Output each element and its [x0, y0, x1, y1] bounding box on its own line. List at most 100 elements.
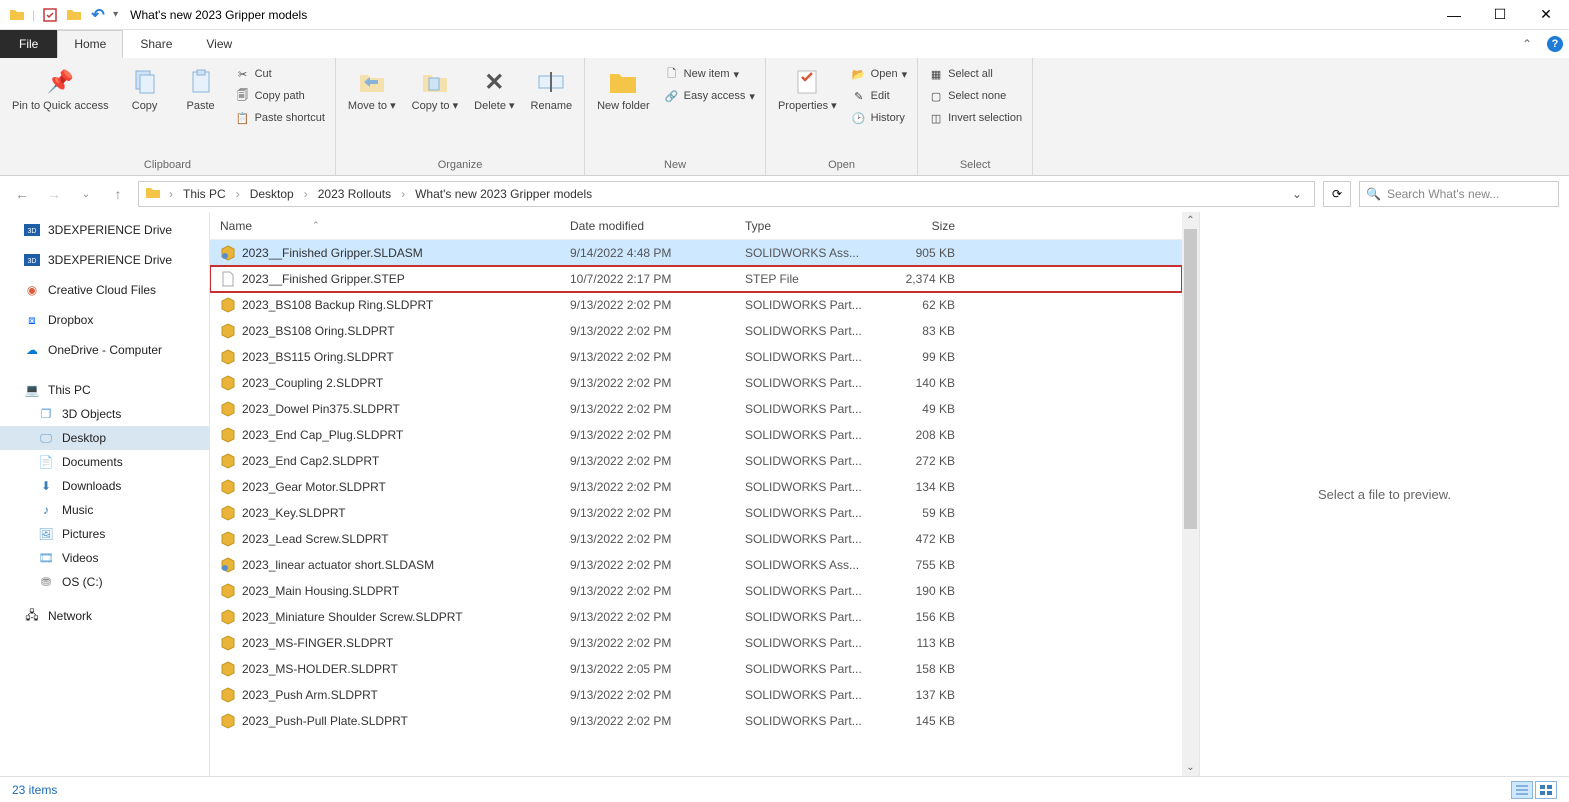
navitem[interactable]: ⧈Dropbox	[0, 308, 209, 332]
navitem-desktop[interactable]: 🖵Desktop	[0, 426, 209, 450]
cut-button[interactable]: ✂Cut	[231, 64, 329, 84]
minimize-button[interactable]: —	[1431, 0, 1477, 30]
history-button[interactable]: 🕑History	[847, 108, 911, 128]
file-row[interactable]: 2023_End Cap2.SLDPRT 9/13/2022 2:02 PM S…	[210, 448, 1182, 474]
file-row[interactable]: 2023_MS-FINGER.SLDPRT 9/13/2022 2:02 PM …	[210, 630, 1182, 656]
navitem-documents[interactable]: 📄Documents	[0, 450, 209, 474]
file-row[interactable]: 2023_Push Arm.SLDPRT 9/13/2022 2:02 PM S…	[210, 682, 1182, 708]
file-row[interactable]: 2023_BS115 Oring.SLDPRT 9/13/2022 2:02 P…	[210, 344, 1182, 370]
scroll-down-button[interactable]: ⌄	[1182, 759, 1199, 776]
chevron-right-icon[interactable]: ›	[397, 187, 409, 201]
select-all-button[interactable]: ▦Select all	[924, 64, 1026, 84]
navigation-pane[interactable]: 3D3DEXPERIENCE Drive 3D3DEXPERIENCE Drive…	[0, 212, 210, 776]
file-row[interactable]: 2023_Push-Pull Plate.SLDPRT 9/13/2022 2:…	[210, 708, 1182, 734]
navitem-os-c-[interactable]: ⛃OS (C:)	[0, 570, 209, 594]
copy-path-button[interactable]: 🗐Copy path	[231, 86, 329, 106]
edit-button[interactable]: ✎Edit	[847, 86, 911, 106]
properties-icon[interactable]	[41, 6, 59, 24]
breadcrumb-item[interactable]: What's new 2023 Gripper models	[413, 187, 594, 201]
rename-button[interactable]: Rename	[525, 62, 579, 117]
file-row[interactable]: 2023_End Cap_Plug.SLDPRT 9/13/2022 2:02 …	[210, 422, 1182, 448]
navitem-3d-objects[interactable]: ❐3D Objects	[0, 402, 209, 426]
maximize-button[interactable]: ☐	[1477, 0, 1523, 30]
file-row[interactable]: 2023_linear actuator short.SLDASM 9/13/2…	[210, 552, 1182, 578]
column-name[interactable]: Name⌃	[210, 219, 560, 233]
address-dropdown-icon[interactable]: ⌄	[1286, 187, 1308, 201]
file-row[interactable]: 2023__Finished Gripper.SLDASM 9/14/2022 …	[210, 240, 1182, 266]
move-to-button[interactable]: Move to ▾	[342, 62, 402, 117]
pin-to-quick-access-button[interactable]: 📌 Pin to Quick access	[6, 62, 115, 117]
recent-locations-button[interactable]: ⌄	[74, 182, 98, 206]
column-date[interactable]: Date modified	[560, 219, 735, 233]
invert-selection-button[interactable]: ◫Invert selection	[924, 108, 1026, 128]
properties-button[interactable]: Properties ▾	[772, 62, 843, 117]
ribbon-collapse-icon[interactable]: ⌃	[1513, 30, 1541, 58]
navitem-this-pc[interactable]: 💻This PC	[0, 378, 209, 402]
cc-icon: ◉	[24, 282, 40, 298]
undo-icon[interactable]: ↶	[89, 6, 107, 24]
paste-shortcut-button[interactable]: 📋Paste shortcut	[231, 108, 329, 128]
refresh-button[interactable]: ⟳	[1323, 181, 1351, 207]
copy-button[interactable]: Copy	[119, 62, 171, 117]
up-button[interactable]: ↑	[106, 182, 130, 206]
file-row[interactable]: 2023_MS-HOLDER.SLDPRT 9/13/2022 2:05 PM …	[210, 656, 1182, 682]
chevron-right-icon[interactable]: ›	[300, 187, 312, 201]
tab-share[interactable]: Share	[123, 30, 189, 58]
part-icon	[220, 713, 236, 729]
new-item-button[interactable]: 🗋New item ▾	[660, 64, 759, 84]
navitem[interactable]: 3D3DEXPERIENCE Drive	[0, 218, 209, 242]
file-row[interactable]: 2023_Lead Screw.SLDPRT 9/13/2022 2:02 PM…	[210, 526, 1182, 552]
paste-button[interactable]: Paste	[175, 62, 227, 117]
file-name: 2023_BS115 Oring.SLDPRT	[242, 350, 394, 364]
copy-to-button[interactable]: Copy to ▾	[406, 62, 465, 117]
forward-button[interactable]: →	[42, 182, 66, 206]
column-type[interactable]: Type	[735, 219, 885, 233]
file-row[interactable]: 2023_Dowel Pin375.SLDPRT 9/13/2022 2:02 …	[210, 396, 1182, 422]
breadcrumb-item[interactable]: 2023 Rollouts	[316, 187, 393, 201]
back-button[interactable]: ←	[10, 182, 34, 206]
file-row[interactable]: 2023_Gear Motor.SLDPRT 9/13/2022 2:02 PM…	[210, 474, 1182, 500]
file-row[interactable]: 2023_BS108 Oring.SLDPRT 9/13/2022 2:02 P…	[210, 318, 1182, 344]
navitem-videos[interactable]: 🎞Videos	[0, 546, 209, 570]
navitem[interactable]: ◉Creative Cloud Files	[0, 278, 209, 302]
copy-to-icon	[419, 66, 451, 98]
file-row[interactable]: 2023_Key.SLDPRT 9/13/2022 2:02 PM SOLIDW…	[210, 500, 1182, 526]
search-input[interactable]: 🔍 Search What's new...	[1359, 181, 1559, 207]
column-size[interactable]: Size	[885, 219, 975, 233]
file-row[interactable]: 2023_Coupling 2.SLDPRT 9/13/2022 2:02 PM…	[210, 370, 1182, 396]
qat-dropdown-icon[interactable]: ▾	[113, 9, 118, 20]
file-row[interactable]: 2023_Main Housing.SLDPRT 9/13/2022 2:02 …	[210, 578, 1182, 604]
chevron-right-icon[interactable]: ›	[232, 187, 244, 201]
tab-file[interactable]: File	[0, 30, 57, 58]
navitem-network[interactable]: 🖧Network	[0, 604, 209, 628]
tab-view[interactable]: View	[189, 30, 249, 58]
file-type: SOLIDWORKS Part...	[735, 714, 885, 728]
scrollbar[interactable]: ⌃ ⌄	[1182, 212, 1199, 776]
file-list[interactable]: Name⌃ Date modified Type Size 2023__Fini…	[210, 212, 1182, 776]
navitem-downloads[interactable]: ⬇Downloads	[0, 474, 209, 498]
file-row[interactable]: 2023__Finished Gripper.STEP 10/7/2022 2:…	[210, 266, 1182, 292]
new-folder-button[interactable]: New folder	[591, 62, 656, 117]
navitem-music[interactable]: ♪Music	[0, 498, 209, 522]
address-bar[interactable]: › This PC › Desktop › 2023 Rollouts › Wh…	[138, 181, 1315, 207]
file-row[interactable]: 2023_Miniature Shoulder Screw.SLDPRT 9/1…	[210, 604, 1182, 630]
details-view-button[interactable]	[1511, 781, 1533, 799]
chevron-right-icon[interactable]: ›	[165, 187, 177, 201]
navitem[interactable]: ☁OneDrive - Computer	[0, 338, 209, 362]
easy-access-button[interactable]: 🔗Easy access ▾	[660, 86, 759, 106]
file-row[interactable]: 2023_BS108 Backup Ring.SLDPRT 9/13/2022 …	[210, 292, 1182, 318]
folder-icon[interactable]	[65, 6, 83, 24]
close-button[interactable]: ✕	[1523, 0, 1569, 30]
breadcrumb-item[interactable]: This PC	[181, 187, 228, 201]
open-button[interactable]: 📂Open ▾	[847, 64, 911, 84]
scroll-up-button[interactable]: ⌃	[1182, 212, 1199, 229]
select-none-button[interactable]: ▢Select none	[924, 86, 1026, 106]
navitem[interactable]: 3D3DEXPERIENCE Drive	[0, 248, 209, 272]
navitem-pictures[interactable]: 🖼Pictures	[0, 522, 209, 546]
breadcrumb-item[interactable]: Desktop	[248, 187, 296, 201]
delete-button[interactable]: ✕ Delete ▾	[468, 62, 520, 117]
help-button[interactable]: ?	[1541, 30, 1569, 58]
scroll-thumb[interactable]	[1184, 229, 1197, 529]
large-icons-view-button[interactable]	[1535, 781, 1557, 799]
tab-home[interactable]: Home	[57, 30, 123, 58]
